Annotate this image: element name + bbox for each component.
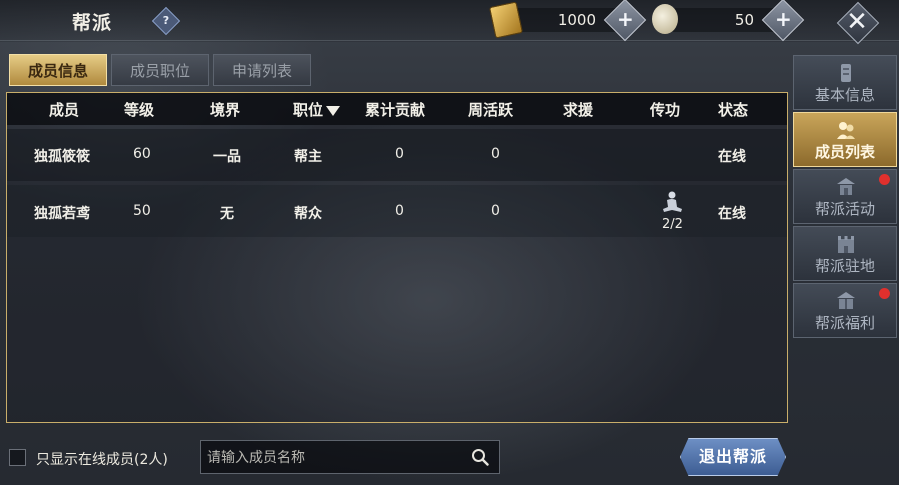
- silver-value: 50: [734, 11, 754, 29]
- nav-label: 成员列表: [814, 143, 875, 161]
- table-row[interactable]: 独孤筱筱 60 一品 帮主 0 0 在线: [7, 129, 787, 181]
- nav-label: 帮派福利: [814, 314, 875, 332]
- teach-count: 2/2: [662, 217, 683, 232]
- window-title: 帮派: [72, 12, 113, 34]
- table-header: 成员 等级 境界 职位 累计贡献 周活跃 求援 传功 状态: [7, 93, 787, 125]
- gold-resource: 1000 +: [488, 0, 647, 42]
- quit-guild-label: 退出帮派: [698, 447, 767, 466]
- notification-badge: [879, 288, 890, 299]
- online-only-checkbox[interactable]: [9, 449, 26, 466]
- member-position: 帮主: [294, 149, 322, 165]
- member-weekly-active: 0: [491, 203, 500, 219]
- tab-member-info[interactable]: 成员信息: [9, 54, 107, 86]
- help-symbol: ?: [162, 14, 170, 27]
- silver-coin-icon: [652, 4, 678, 34]
- nav-member-list[interactable]: 成员列表: [793, 112, 897, 167]
- col-position-sort[interactable]: 职位: [293, 99, 341, 120]
- col-member: 成员: [49, 101, 80, 119]
- member-weekly-active: 0: [491, 146, 500, 162]
- nav-guild-activities[interactable]: 帮派活动: [793, 169, 897, 224]
- pavilion-icon: [837, 178, 855, 195]
- top-divider: [0, 40, 899, 41]
- member-status: 在线: [718, 149, 746, 165]
- online-only-label: 只显示在线成员(2人): [36, 452, 168, 468]
- close-button[interactable]: ✕: [836, 1, 880, 45]
- nav-guild-welfare[interactable]: 帮派福利: [793, 283, 897, 338]
- notification-badge: [879, 174, 890, 185]
- member-contribution: 0: [395, 146, 404, 162]
- member-status: 在线: [718, 206, 746, 222]
- member-search-input[interactable]: [205, 447, 464, 469]
- close-icon: ✕: [846, 7, 868, 37]
- gold-value: 1000: [557, 11, 596, 29]
- plus-icon: +: [774, 7, 792, 32]
- col-assist: 求援: [563, 101, 594, 119]
- col-status: 状态: [718, 101, 749, 119]
- col-contribution: 累计贡献: [365, 101, 426, 119]
- member-name: 独孤筱筱: [34, 149, 90, 165]
- nav-guild-base[interactable]: 帮派驻地: [793, 226, 897, 281]
- plus-icon: +: [616, 7, 634, 32]
- member-position: 帮众: [294, 206, 322, 222]
- col-level: 等级: [124, 101, 155, 119]
- member-name: 独孤若鸢: [34, 206, 90, 222]
- nav-label: 帮派驻地: [814, 257, 875, 275]
- search-icon[interactable]: [471, 448, 489, 466]
- tab-member-positions[interactable]: 成员职位: [111, 54, 209, 86]
- member-realm: 一品: [213, 149, 241, 165]
- members-icon: [837, 122, 855, 139]
- member-level: 60: [133, 146, 151, 162]
- gift-icon: [837, 292, 855, 309]
- meditate-icon[interactable]: [661, 190, 683, 216]
- sort-down-icon: [326, 105, 341, 116]
- col-teach: 传功: [650, 101, 681, 119]
- silver-resource: 50 +: [652, 0, 805, 42]
- member-table-panel: 成员 等级 境界 职位 累计贡献 周活跃 求援 传功 状态 独孤筱筱 60 一品…: [6, 92, 788, 423]
- nav-label: 基本信息: [814, 86, 875, 104]
- col-position: 职位: [293, 101, 324, 119]
- nav-label: 帮派活动: [814, 200, 875, 218]
- quit-guild-button[interactable]: 退出帮派: [680, 438, 786, 476]
- member-realm: 无: [220, 206, 234, 222]
- info-scroll-icon: [841, 64, 851, 82]
- table-row[interactable]: 独孤若鸢 50 无 帮众 0 0 2/2 在线: [7, 185, 787, 237]
- castle-icon: [838, 236, 854, 253]
- nav-basic-info[interactable]: 基本信息: [793, 55, 897, 110]
- col-realm: 境界: [210, 101, 241, 119]
- col-weekly-active: 周活跃: [468, 101, 514, 119]
- member-level: 50: [133, 203, 151, 219]
- member-contribution: 0: [395, 203, 404, 219]
- member-search-box: [200, 440, 500, 474]
- tab-application-list[interactable]: 申请列表: [213, 54, 311, 86]
